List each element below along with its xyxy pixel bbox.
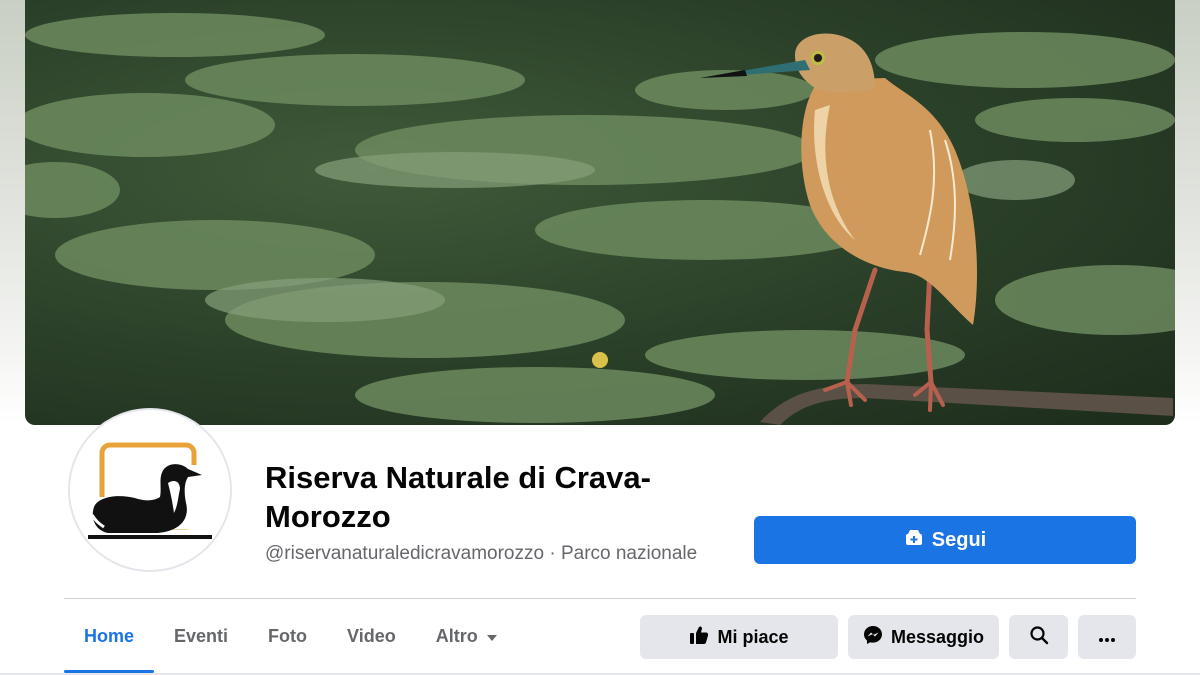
cover-side-right <box>1175 0 1200 425</box>
page-tabs: Home Eventi Foto Video Altro <box>64 600 518 675</box>
more-options-button[interactable] <box>1078 615 1136 659</box>
message-button[interactable]: Messaggio <box>848 615 999 659</box>
cover-photo[interactable] <box>25 0 1175 425</box>
tab-video[interactable]: Video <box>327 600 416 673</box>
tab-home[interactable]: Home <box>64 600 155 673</box>
page-avatar[interactable] <box>68 408 232 572</box>
like-button[interactable]: Mi piace <box>640 615 838 659</box>
header-divider <box>64 598 1136 599</box>
tab-foto[interactable]: Foto <box>248 600 327 673</box>
page-meta: @riservanaturaledicravamorozzo · Parco n… <box>265 543 697 565</box>
messenger-icon <box>863 625 883 650</box>
search-button[interactable] <box>1009 615 1068 659</box>
tab-label: Eventi <box>174 626 229 646</box>
more-dots-icon <box>1098 627 1116 648</box>
page-handle: @riservanaturaledicravamorozzo <box>265 543 545 564</box>
message-button-label: Messaggio <box>890 626 985 647</box>
tab-label: Home <box>84 626 135 646</box>
meta-separator: · <box>549 543 556 564</box>
reserve-logo <box>88 442 212 539</box>
tab-label: Foto <box>268 626 308 646</box>
follow-button[interactable]: Segui <box>754 516 1136 564</box>
like-button-label: Mi piace <box>717 626 789 647</box>
cover-side-left <box>0 0 25 425</box>
caret-down-icon <box>486 626 498 647</box>
tab-eventi[interactable]: Eventi <box>154 600 248 673</box>
page-title: Riserva Naturale di Crava-Morozzo <box>265 460 651 534</box>
tab-altro[interactable]: Altro <box>416 600 518 673</box>
cover-photo-illustration <box>25 13 1175 425</box>
tab-label: Video <box>347 626 396 646</box>
thumbs-up-icon <box>689 625 709 650</box>
follow-button-label: Segui <box>931 528 987 551</box>
page-category[interactable]: Parco nazionale <box>561 543 697 564</box>
follow-plus-icon <box>904 527 924 553</box>
tab-label: Altro <box>435 626 478 646</box>
search-icon <box>1029 625 1049 650</box>
